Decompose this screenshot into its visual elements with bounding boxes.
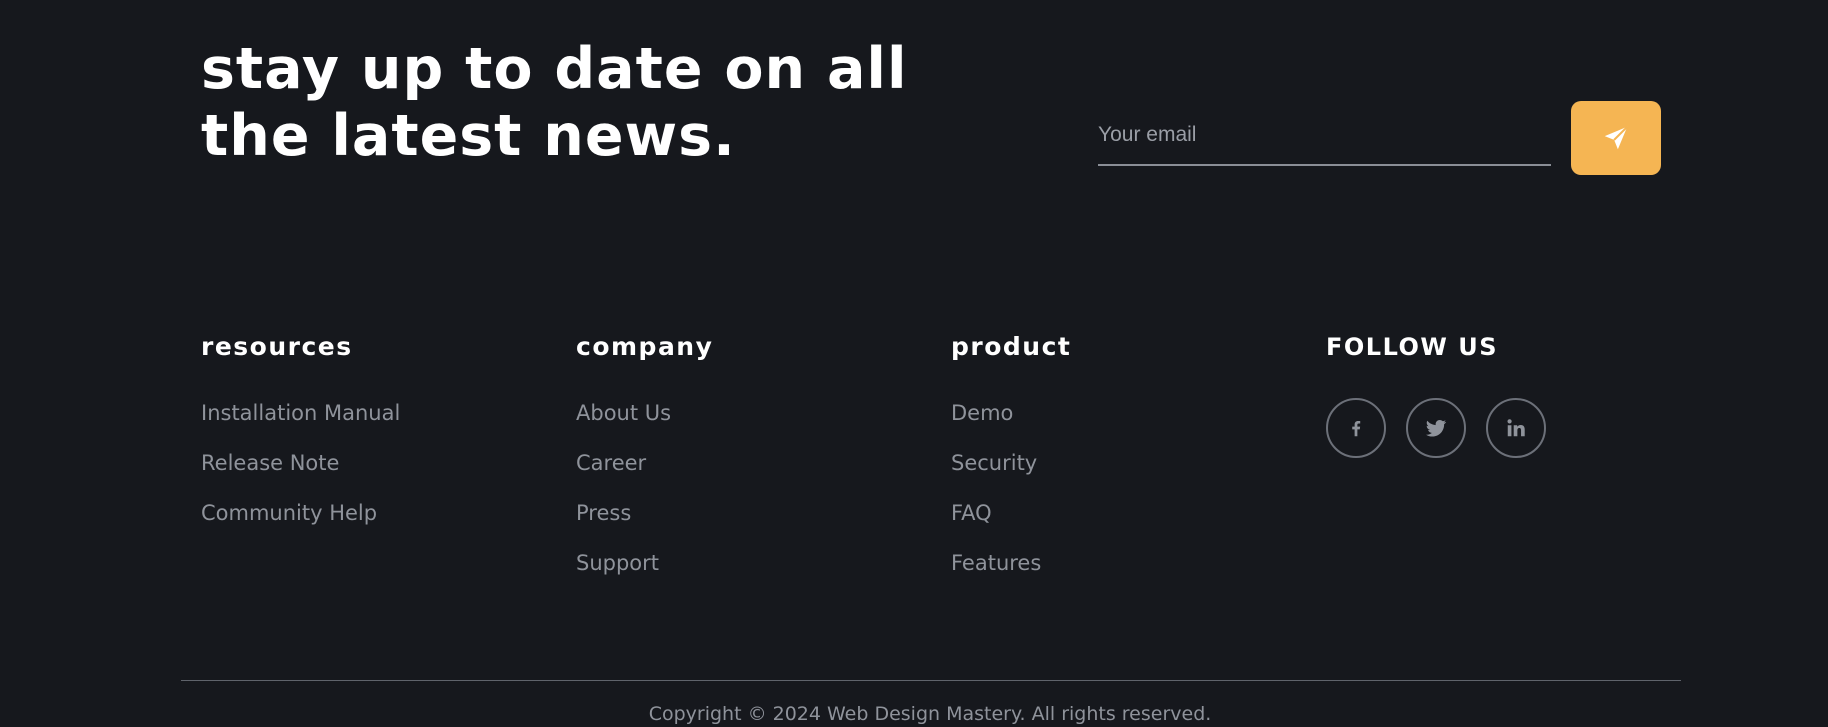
link-press[interactable]: Press	[576, 501, 631, 525]
link-release-note[interactable]: Release Note	[201, 451, 339, 475]
copyright-text: Copyright © 2024 Web Design Mastery. All…	[648, 703, 1212, 725]
footer-column-company: Company About Us Career Press Support	[576, 330, 906, 598]
twitter-button[interactable]	[1406, 398, 1466, 458]
footer-column-product: Product Demo Security FAQ Features	[951, 330, 1281, 598]
footer-divider	[181, 680, 1681, 681]
twitter-icon	[1424, 416, 1448, 440]
column-title-product: Product	[951, 332, 1072, 361]
column-title-company: Company	[576, 332, 714, 361]
newsletter-headline: Stay up to date on all the latest news.	[201, 36, 908, 169]
link-faq[interactable]: FAQ	[951, 501, 992, 525]
link-features[interactable]: Features	[951, 551, 1041, 575]
linkedin-button[interactable]	[1486, 398, 1546, 458]
facebook-icon	[1345, 417, 1367, 439]
column-title-follow-us: Follow Us	[1326, 333, 1499, 361]
paper-plane-icon	[1601, 123, 1631, 153]
column-title-resources: Resources	[201, 332, 353, 361]
footer-column-resources: Resources Installation Manual Release No…	[201, 330, 531, 548]
social-links	[1326, 398, 1656, 458]
link-community-help[interactable]: Community Help	[201, 501, 377, 525]
email-field	[1098, 115, 1551, 166]
link-demo[interactable]: Demo	[951, 401, 1013, 425]
email-input[interactable]	[1098, 115, 1551, 155]
link-installation-manual[interactable]: Installation Manual	[201, 401, 400, 425]
link-security[interactable]: Security	[951, 451, 1037, 475]
send-button[interactable]	[1571, 101, 1661, 175]
facebook-button[interactable]	[1326, 398, 1386, 458]
link-about-us[interactable]: About Us	[576, 401, 671, 425]
linkedin-icon	[1505, 417, 1527, 439]
footer-column-follow: Follow Us	[1326, 330, 1656, 458]
link-career[interactable]: Career	[576, 451, 646, 475]
link-support[interactable]: Support	[576, 551, 659, 575]
